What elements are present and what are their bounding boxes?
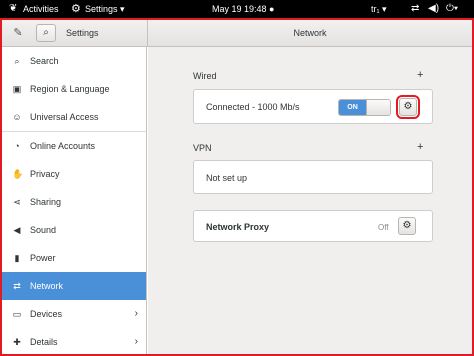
search-icon: ⌕ xyxy=(43,27,49,38)
online-accounts-icon: ◔ xyxy=(14,141,20,151)
vpn-card: Not set up xyxy=(193,160,433,194)
sidebar-item-search[interactable]: ⌕ Search xyxy=(2,47,146,75)
vpn-status: Not set up xyxy=(206,173,248,183)
app-menu[interactable]: Settings ▾ xyxy=(85,3,125,15)
vpn-section-title: VPN xyxy=(193,143,212,153)
share-icon: ⋖ xyxy=(13,197,21,207)
settings-icon[interactable]: ⚙ xyxy=(71,3,81,15)
network-proxy-card[interactable]: Network Proxy Off ⚙ xyxy=(193,210,433,242)
wired-status: Connected - 1000 Mb/s xyxy=(206,102,300,112)
keyboard-layout-indicator[interactable]: tr₁ ▾ xyxy=(371,3,387,15)
sidebar-item-label: Search xyxy=(30,56,59,66)
sidebar-item-label: Region & Language xyxy=(30,84,110,94)
wired-settings-button[interactable]: ⚙ xyxy=(396,95,420,119)
network-icon[interactable]: ⇄ xyxy=(411,3,419,15)
network-icon: ⇄ xyxy=(13,281,21,291)
sidebar-item-label: Power xyxy=(30,253,56,263)
top-bar: ❦ Activities ⚙ Settings ▾ May 19 19:48 ●… xyxy=(0,0,474,18)
sidebar-item-label: Privacy xyxy=(30,169,60,179)
speaker-icon: ◀ xyxy=(13,225,21,235)
page-title: Network xyxy=(293,28,327,38)
chevron-right-icon: › xyxy=(134,308,138,319)
sidebar-item-details[interactable]: ✚ Details › xyxy=(2,328,146,354)
toggle-knob xyxy=(366,100,390,115)
tools-icon[interactable]: ✎ xyxy=(10,26,26,40)
clock[interactable]: May 19 19:48 ● xyxy=(212,3,274,15)
wired-section-title: Wired xyxy=(193,71,217,81)
activities-button[interactable]: Activities xyxy=(23,3,59,15)
accessibility-icon: ☺ xyxy=(12,112,22,122)
details-icon: ✚ xyxy=(13,337,21,347)
sidebar-item-label: Online Accounts xyxy=(30,141,96,151)
devices-icon: ▭ xyxy=(12,309,22,319)
search-button[interactable]: ⌕ xyxy=(36,24,56,42)
proxy-settings-button[interactable]: ⚙ xyxy=(398,217,416,235)
chevron-right-icon: › xyxy=(134,336,138,347)
sidebar-item-label: Universal Access xyxy=(30,112,99,122)
sidebar-item-label: Sound xyxy=(30,225,57,235)
camera-icon: ▣ xyxy=(12,84,22,94)
sidebar-item-power[interactable]: ▮ Power xyxy=(2,244,146,272)
sidebar-item-sound[interactable]: ◀ Sound xyxy=(2,216,146,244)
add-wired-button[interactable]: + xyxy=(417,69,423,81)
sidebar-item-devices[interactable]: ▭ Devices › xyxy=(2,300,146,328)
gear-icon: ⚙ xyxy=(402,220,412,231)
sidebar-title: Settings xyxy=(66,28,99,38)
network-proxy-label: Network Proxy xyxy=(206,222,270,232)
sidebar-item-privacy[interactable]: ✋ Privacy xyxy=(2,160,146,188)
sidebar-item-network[interactable]: ⇄ Network xyxy=(2,272,146,300)
volume-icon[interactable]: ◀) xyxy=(428,3,439,15)
sidebar-item-region-language[interactable]: ▣ Region & Language xyxy=(2,75,146,103)
sidebar-item-label: Devices xyxy=(30,309,63,319)
wired-toggle[interactable]: ON xyxy=(338,99,391,116)
wired-connection-card: Connected - 1000 Mb/s ON ⚙ xyxy=(193,89,433,124)
sidebar-item-label: Details xyxy=(30,337,58,347)
power-icon[interactable]: ⏻▾ xyxy=(446,3,458,15)
search-icon: ⌕ xyxy=(14,56,20,66)
sidebar-item-label: Sharing xyxy=(30,197,62,207)
sidebar-item-label: Network xyxy=(30,281,64,291)
gear-icon: ⚙ xyxy=(403,101,413,112)
gnome-foot-icon[interactable]: ❦ xyxy=(9,3,17,15)
privacy-icon: ✋ xyxy=(12,169,24,179)
proxy-status: Off xyxy=(378,223,389,232)
network-panel: Wired + Connected - 1000 Mb/s ON ⚙ VPN +… xyxy=(148,47,472,354)
sidebar-item-sharing[interactable]: ⋖ Sharing xyxy=(2,188,146,216)
header-bar: ✎ ⌕ Settings Network xyxy=(2,20,472,47)
toggle-on-label: ON xyxy=(339,100,366,115)
power-icon: ▮ xyxy=(14,253,20,263)
sidebar-item-online-accounts[interactable]: ◔ Online Accounts xyxy=(2,132,146,160)
sidebar: ⌕ Search ▣ Region & Language ☺ Universal… xyxy=(2,47,147,354)
add-vpn-button[interactable]: + xyxy=(417,141,423,153)
sidebar-item-universal-access[interactable]: ☺ Universal Access xyxy=(2,103,146,131)
settings-window: ✎ ⌕ Settings Network ⌕ Search ▣ Region &… xyxy=(0,18,474,356)
